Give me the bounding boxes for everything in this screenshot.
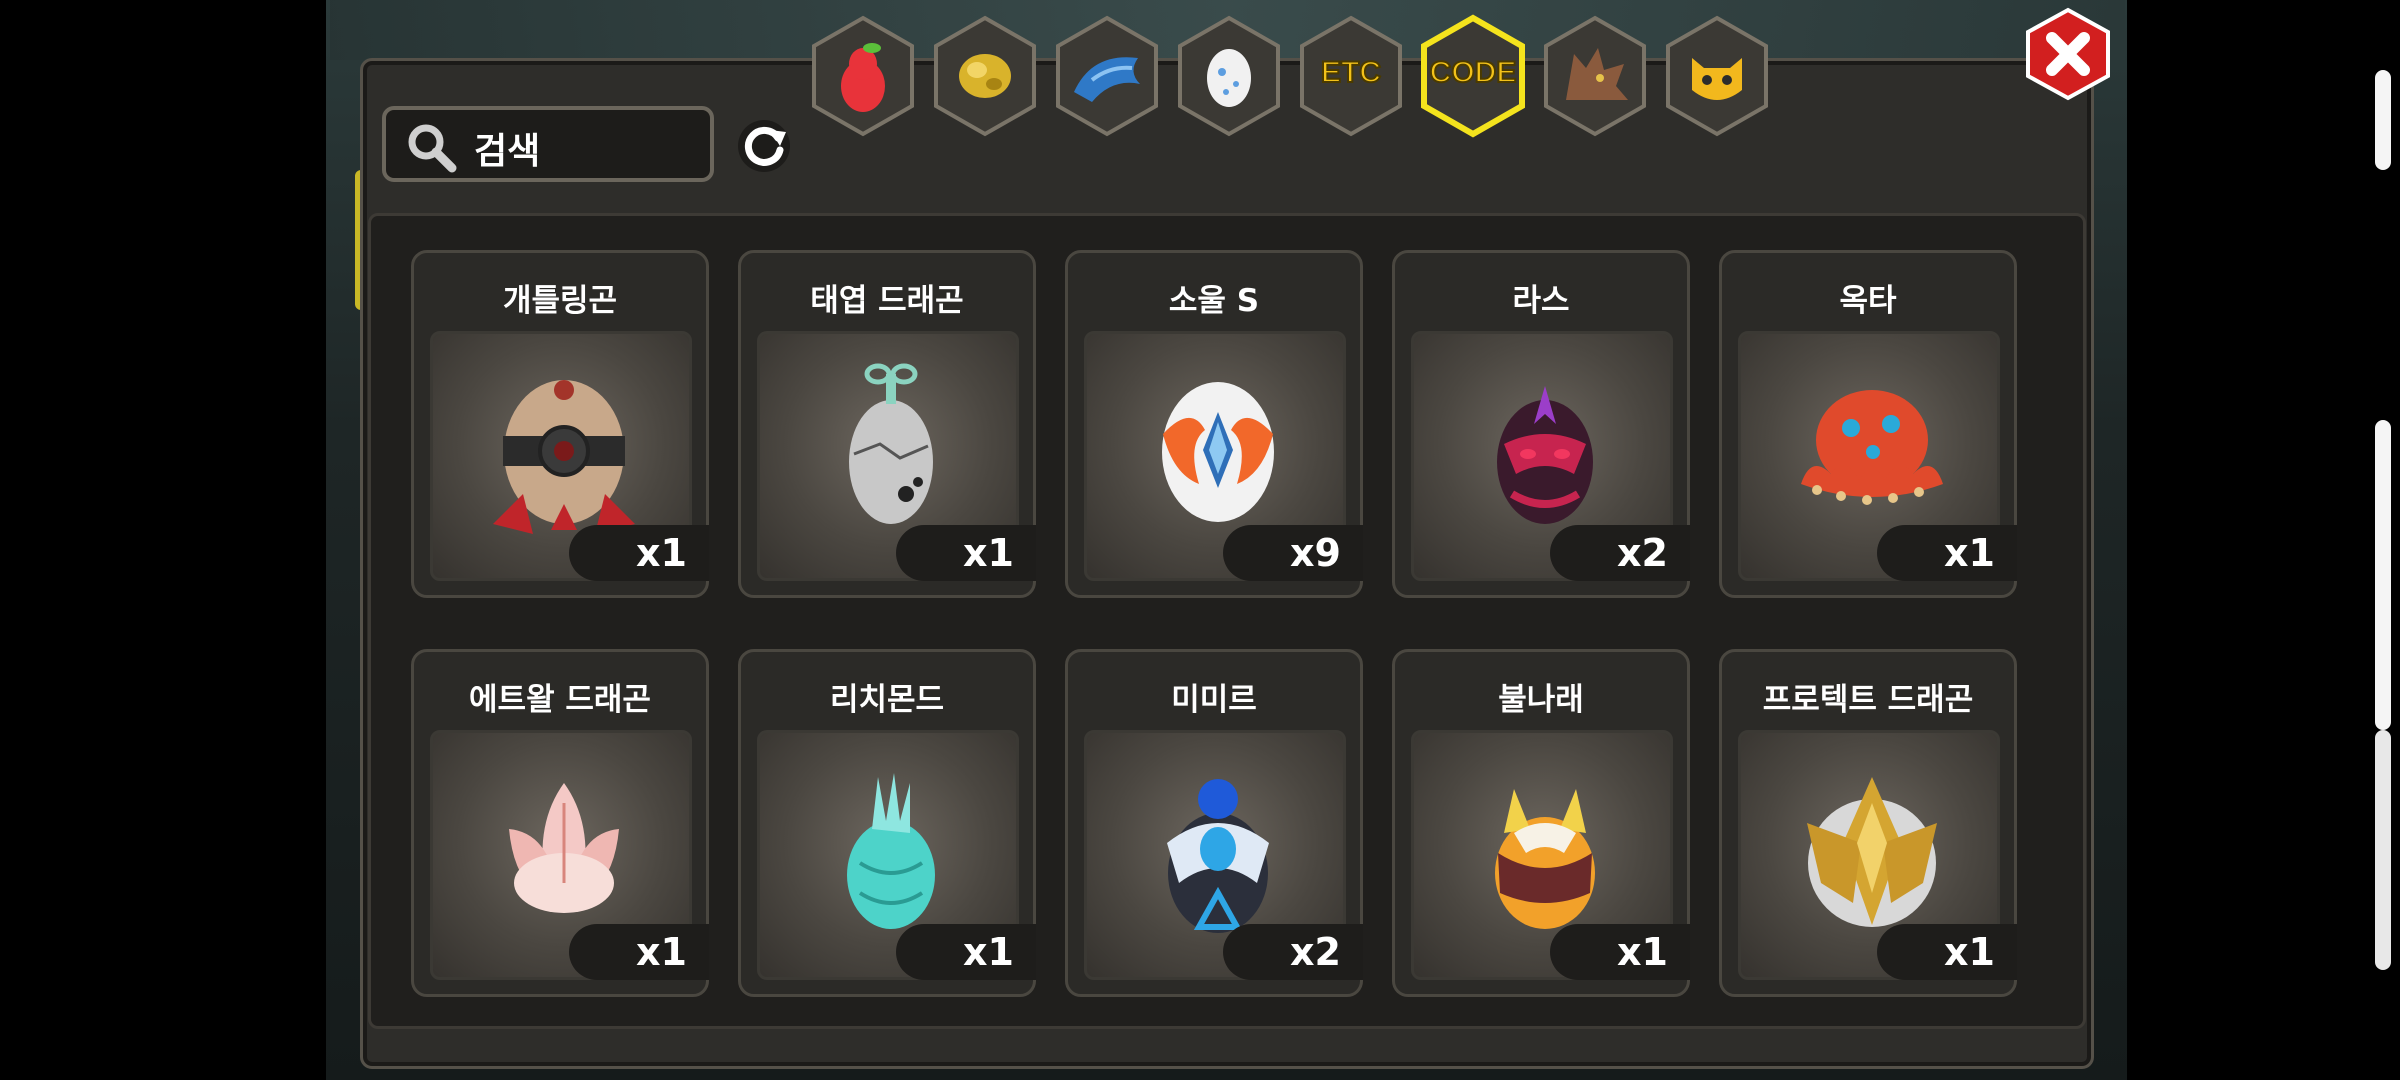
pear-icon <box>841 43 885 112</box>
close-button[interactable] <box>2024 6 2112 102</box>
item-card[interactable]: 라스 x2 <box>1392 250 1690 598</box>
item-card[interactable]: 리치몬드 x1 <box>738 649 1036 997</box>
item-name: 미미르 <box>1171 682 1257 718</box>
tab-code[interactable]: CODE <box>1418 14 1528 138</box>
item-card[interactable]: 태엽 드래곤 x1 <box>738 250 1036 598</box>
tab-dragon[interactable] <box>1052 14 1162 138</box>
search-placeholder: 검색 <box>474 131 541 172</box>
search-input[interactable]: 검색 <box>382 106 714 182</box>
item-count: x2 <box>1223 924 1363 980</box>
tab-code-label: CODE <box>1429 55 1518 90</box>
item-card[interactable]: 미미르 x2 <box>1065 649 1363 997</box>
item-count: x1 <box>896 924 1036 980</box>
system-scrollbar[interactable] <box>2375 70 2391 970</box>
blue-dragon-icon <box>1074 57 1140 102</box>
item-count: x1 <box>1877 924 2017 980</box>
item-name: 불나래 <box>1498 682 1584 718</box>
tab-etc[interactable]: ETC <box>1296 14 1406 138</box>
werewolf-icon <box>1566 48 1628 100</box>
item-card[interactable]: 개틀링곤 x1 <box>411 250 709 598</box>
item-count: x1 <box>1877 525 2017 581</box>
item-name: 옥타 <box>1839 283 1897 319</box>
tab-monster[interactable] <box>1662 14 1772 138</box>
refresh-icon[interactable] <box>734 116 794 176</box>
search-icon <box>408 124 457 173</box>
item-name: 개틀링곤 <box>502 283 618 319</box>
item-count: x1 <box>569 525 709 581</box>
yellow-monster-icon <box>1692 58 1742 100</box>
item-count: x1 <box>896 525 1036 581</box>
item-count: x9 <box>1223 525 1363 581</box>
item-count: x1 <box>1550 924 1690 980</box>
item-name: 리치몬드 <box>829 682 945 718</box>
item-count: x2 <box>1550 525 1690 581</box>
item-card[interactable]: 소울 S x9 <box>1065 250 1363 598</box>
tab-gold[interactable] <box>930 14 1040 138</box>
item-count: x1 <box>569 924 709 980</box>
item-card[interactable]: 에트왈 드래곤 x1 <box>411 649 709 997</box>
gold-nugget-icon <box>959 54 1011 98</box>
item-name: 에트왈 드래곤 <box>469 682 651 718</box>
letterbox-left <box>0 0 326 1080</box>
scroll-thumb[interactable] <box>2375 730 2391 970</box>
item-card[interactable]: 불나래 x1 <box>1392 649 1690 997</box>
tab-egg[interactable] <box>1174 14 1284 138</box>
item-name: 라스 <box>1512 283 1570 319</box>
item-name: 태엽 드래곤 <box>810 283 964 319</box>
tab-werewolf[interactable] <box>1540 14 1650 138</box>
item-name: 소울 S <box>1168 283 1260 319</box>
letterbox-right <box>2127 0 2360 1080</box>
item-name: 프로텍트 드래곤 <box>1762 682 1974 718</box>
scroll-segment <box>2375 70 2391 170</box>
tab-fruit[interactable] <box>808 14 918 138</box>
item-card[interactable]: 옥타 x1 <box>1719 250 2017 598</box>
item-card[interactable]: 프로텍트 드래곤 x1 <box>1719 649 2017 997</box>
egg-icon <box>1207 49 1251 107</box>
scroll-segment <box>2375 420 2391 730</box>
tab-etc-label: ETC <box>1320 55 1382 90</box>
